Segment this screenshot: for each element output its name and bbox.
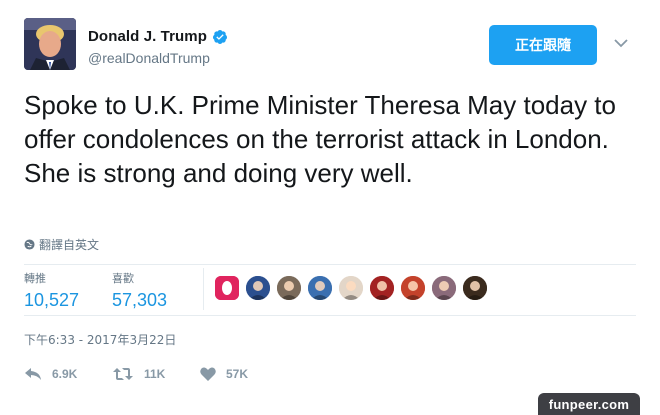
reply-count: 6.9K bbox=[52, 367, 78, 381]
liker-avatar[interactable] bbox=[277, 276, 301, 300]
translate-link[interactable]: 翻譯自英文 bbox=[24, 236, 99, 253]
retweet-icon bbox=[113, 368, 133, 380]
divider bbox=[24, 315, 636, 316]
globe-icon bbox=[24, 239, 35, 250]
liker-avatar[interactable] bbox=[308, 276, 332, 300]
chevron-down-icon[interactable] bbox=[614, 38, 628, 48]
likes-stat[interactable]: 喜歡 57,303 bbox=[112, 270, 167, 311]
liker-avatars bbox=[215, 276, 494, 300]
liker-avatar[interactable] bbox=[215, 276, 239, 300]
liker-avatar[interactable] bbox=[401, 276, 425, 300]
retweet-count: 11K bbox=[144, 367, 166, 381]
display-name[interactable]: Donald J. Trump bbox=[88, 28, 207, 45]
site-watermark: funpeer.com bbox=[538, 393, 640, 415]
tweet-text: Spoke to U.K. Prime Minister Theresa May… bbox=[24, 90, 616, 188]
stats-separator bbox=[203, 268, 204, 310]
heart-icon bbox=[200, 367, 216, 381]
liker-avatar[interactable] bbox=[339, 276, 363, 300]
like-count: 57K bbox=[226, 367, 249, 381]
retweets-label: 轉推 bbox=[24, 272, 46, 285]
liker-avatar[interactable] bbox=[370, 276, 394, 300]
user-name-row[interactable]: Donald J. Trump bbox=[88, 28, 228, 45]
retweet-button[interactable]: 11K bbox=[112, 367, 165, 381]
user-handle[interactable]: @realDonaldTrump bbox=[88, 50, 210, 66]
translate-label[interactable]: 翻譯自英文 bbox=[39, 236, 99, 253]
divider bbox=[24, 264, 636, 265]
retweets-stat[interactable]: 轉推 10,527 bbox=[24, 270, 79, 311]
retweets-count[interactable]: 10,527 bbox=[24, 290, 79, 311]
like-button[interactable]: 57K bbox=[200, 367, 248, 381]
liker-avatar[interactable] bbox=[246, 276, 270, 300]
likes-count[interactable]: 57,303 bbox=[112, 290, 167, 311]
liker-avatar[interactable] bbox=[463, 276, 487, 300]
likes-label: 喜歡 bbox=[112, 272, 134, 285]
reply-icon bbox=[25, 368, 41, 380]
avatar[interactable] bbox=[24, 18, 76, 70]
following-button[interactable]: 正在跟隨 bbox=[489, 25, 597, 65]
reply-button[interactable]: 6.9K bbox=[24, 367, 77, 381]
liker-avatar[interactable] bbox=[432, 276, 456, 300]
tweet-timestamp[interactable]: 下午6:33 - 2017年3月22日 bbox=[24, 331, 176, 348]
verified-badge-icon bbox=[213, 29, 228, 44]
